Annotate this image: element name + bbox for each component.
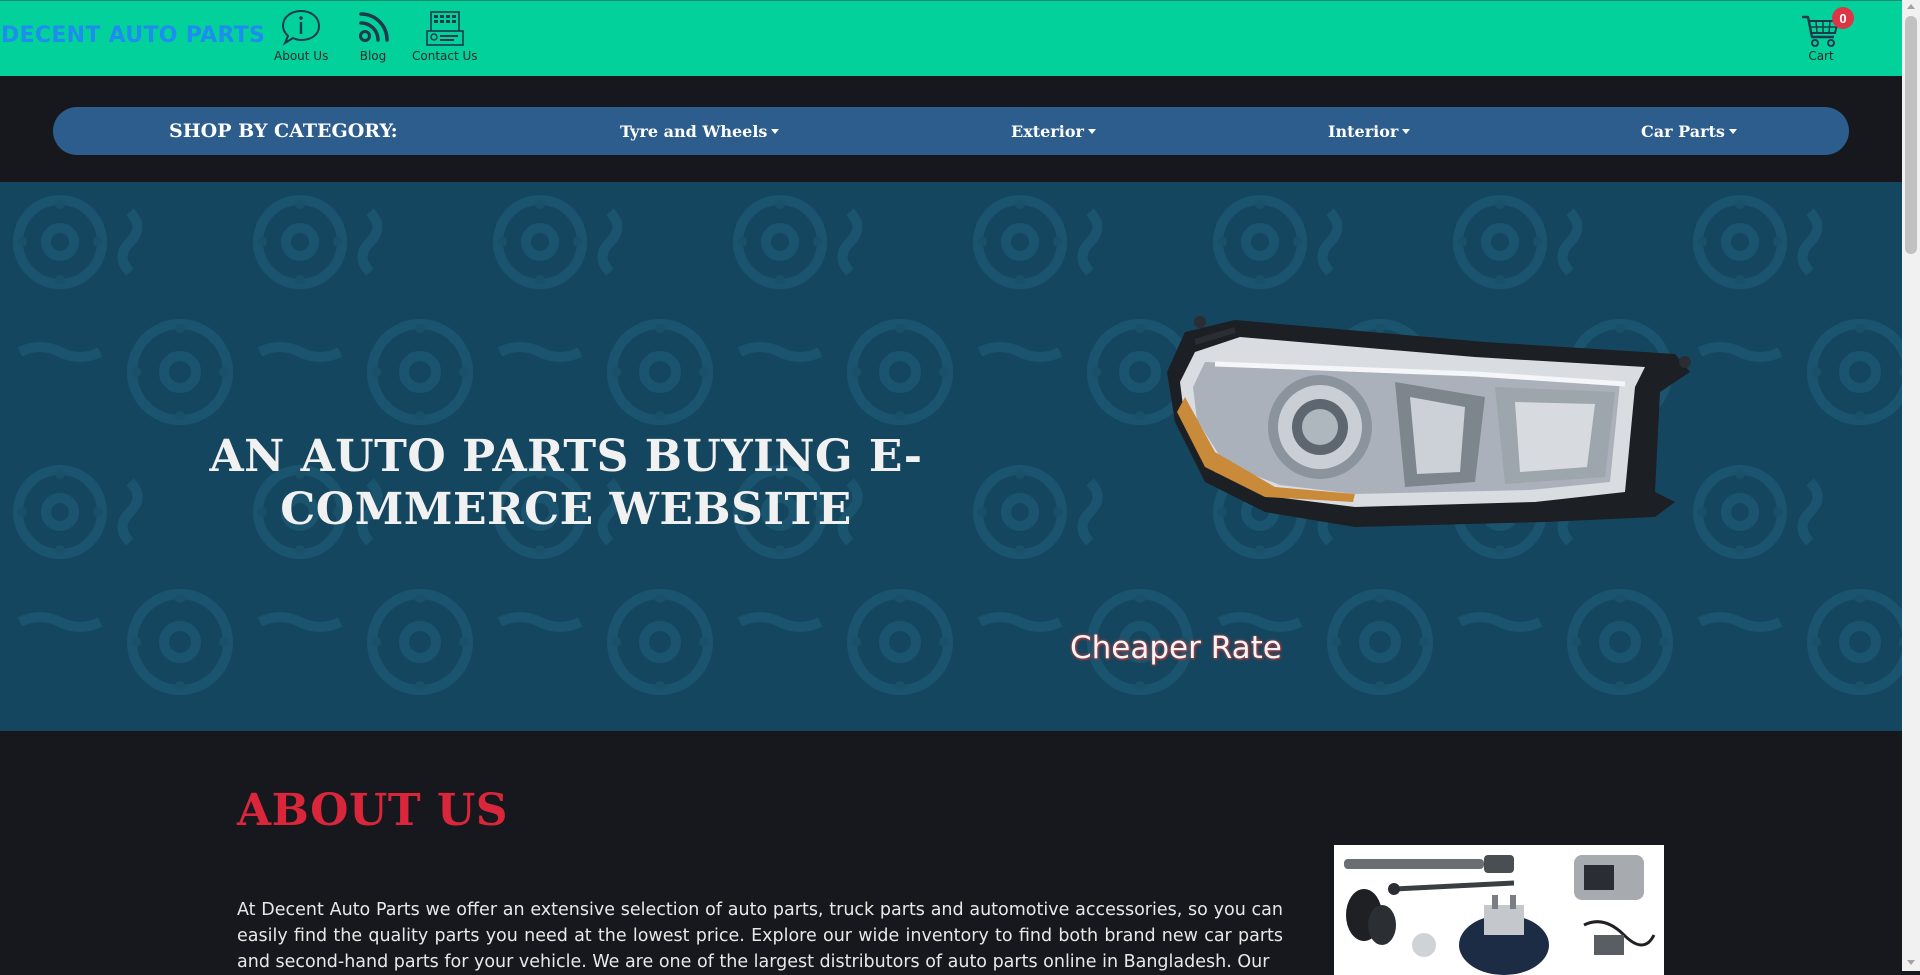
category-dropdown-tyre-wheels[interactable]: Tyre and Wheels: [620, 121, 780, 141]
caret-down-icon: [1402, 128, 1411, 134]
category-label: Exterior: [1011, 121, 1084, 141]
caret-down-icon: [1087, 128, 1096, 134]
about-us-heading: ABOUT US: [237, 785, 509, 836]
info-bubble-icon: [282, 9, 321, 46]
caret-down-icon: [771, 128, 780, 134]
category-dropdown-interior[interactable]: Interior: [1328, 121, 1411, 141]
brand-logo[interactable]: DECENT AUTO PARTS: [1, 23, 265, 48]
category-label: Interior: [1328, 121, 1399, 141]
caret-down-icon: [1728, 128, 1737, 134]
nav-contact-label: Contact Us: [412, 49, 478, 63]
nav-contact-us[interactable]: Contact Us: [412, 9, 478, 63]
cart-label: Cart: [1808, 49, 1834, 63]
auto-parts-collage: [1334, 845, 1664, 975]
nav-blog-label: Blog: [359, 49, 387, 63]
scrollbar-thumb[interactable]: [1905, 16, 1917, 254]
cart-count-badge: 0: [1832, 7, 1854, 29]
hero-caption: Cheaper Rate: [1070, 630, 1282, 666]
auto-parts-collage-image: [1334, 845, 1664, 975]
about-us-text: At Decent Auto Parts we offer an extensi…: [237, 900, 1283, 972]
category-dropdown-car-parts[interactable]: Car Parts: [1641, 122, 1737, 141]
category-dropdown-exterior[interactable]: Exterior: [1011, 122, 1096, 141]
page-scrollbar[interactable]: [1902, 0, 1920, 971]
headlight-product-image: [1167, 316, 1691, 527]
nav-blog[interactable]: Blog: [356, 9, 390, 63]
hero-title: AN AUTO PARTS BUYING E-COMMERCE WEBSITE: [209, 431, 923, 535]
nav-about-us[interactable]: About Us: [274, 9, 328, 63]
rss-icon: [359, 12, 389, 42]
category-label: Tyre and Wheels: [620, 121, 768, 141]
nav-about-label: About Us: [274, 49, 329, 63]
top-navbar: DECENT AUTO PARTS About Us Blog Contact …: [0, 0, 1902, 76]
shop-by-category-heading: SHOP BY CATEGORY:: [169, 120, 398, 142]
cart-button[interactable]: 0 Cart: [1800, 7, 1854, 63]
category-label: Car Parts: [1641, 121, 1725, 141]
contact-card-icon: [425, 11, 464, 46]
hero-banner: AN AUTO PARTS BUYING E-COMMERCE WEBSITE …: [0, 182, 1902, 731]
scroll-down-arrow-icon[interactable]: [1907, 960, 1915, 965]
scroll-up-arrow-icon[interactable]: [1907, 4, 1915, 9]
category-bar: SHOP BY CATEGORY: Tyre and Wheels Exteri…: [53, 107, 1849, 155]
